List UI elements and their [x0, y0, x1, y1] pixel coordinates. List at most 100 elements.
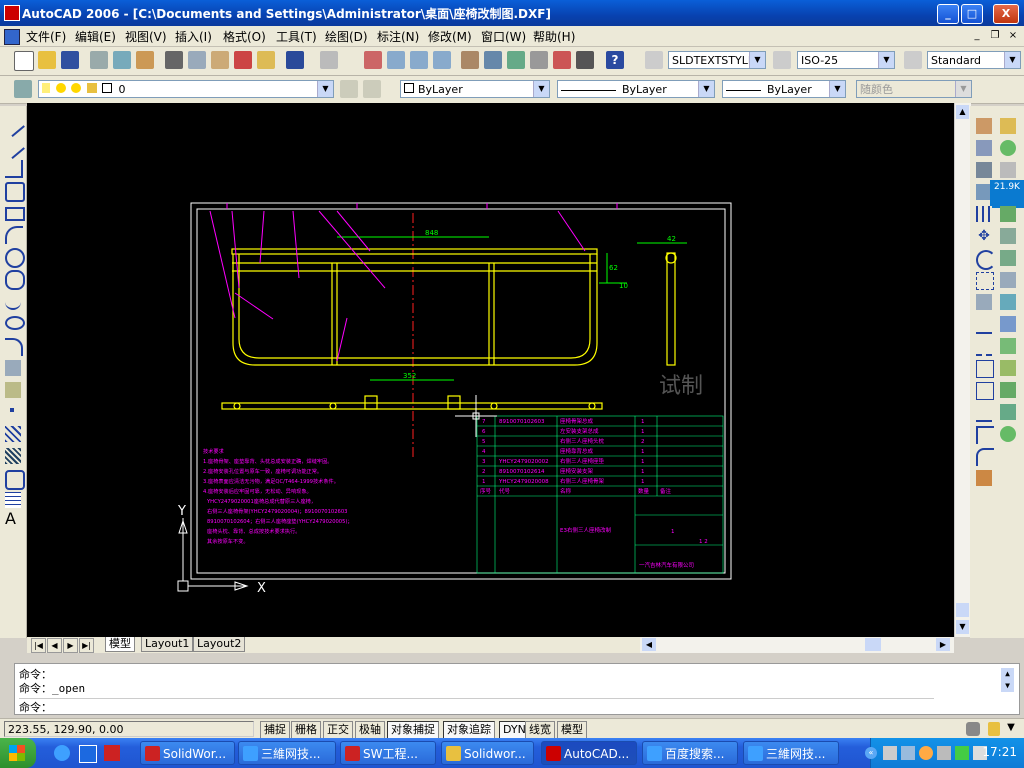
join-icon[interactable]	[976, 404, 992, 422]
color-select[interactable]: ByLayer ▼	[400, 80, 550, 98]
scroll-left-button[interactable]: ◀	[642, 638, 656, 651]
close-button[interactable]: X	[993, 4, 1019, 24]
scroll-up-button[interactable]: ▲	[956, 105, 969, 119]
match-properties-icon[interactable]	[234, 51, 252, 69]
spline-icon[interactable]	[5, 292, 21, 310]
text-style-icon[interactable]	[645, 51, 663, 69]
snap-toggle[interactable]: 捕捉	[260, 721, 290, 739]
ie-icon[interactable]	[54, 745, 70, 761]
dim-style-icon[interactable]	[773, 51, 791, 69]
coordinates-display[interactable]: 223.55, 129.90, 0.00	[4, 721, 254, 737]
menu-modify[interactable]: 修改(M)	[428, 28, 472, 45]
maximize-button[interactable]: □	[961, 4, 983, 24]
polygon-icon[interactable]	[5, 182, 25, 202]
task-web-2[interactable]: 三維网技...	[743, 741, 839, 765]
tab-last-button[interactable]: ▶|	[79, 638, 94, 653]
menu-edit[interactable]: 编辑(E)	[75, 28, 116, 45]
grid-toggle[interactable]: 栅格	[291, 721, 321, 739]
render-preset-icon[interactable]	[1000, 272, 1016, 288]
break-icon[interactable]	[976, 382, 994, 400]
menu-format[interactable]: 格式(O)	[223, 28, 266, 45]
start-button[interactable]	[0, 738, 36, 768]
otrack-toggle[interactable]: 对象追踪	[443, 721, 495, 739]
help-icon[interactable]: ?	[606, 51, 624, 69]
document-icon[interactable]	[4, 29, 20, 45]
arc-icon[interactable]	[5, 226, 23, 244]
block-editor-icon[interactable]	[257, 51, 275, 69]
erase-icon[interactable]	[976, 118, 992, 134]
toolbar-lock-icon[interactable]	[988, 722, 1000, 736]
render-settings-icon[interactable]	[1000, 426, 1016, 442]
construction-line-icon[interactable]	[1, 134, 25, 160]
command-scrollbar[interactable]: ▲ ▼	[1001, 668, 1014, 692]
doc-close-button[interactable]: ×	[1006, 29, 1020, 42]
mapping-icon[interactable]	[1000, 250, 1016, 266]
menu-window[interactable]: 窗口(W)	[481, 28, 526, 45]
tool-palettes-icon[interactable]	[507, 51, 525, 69]
break-at-point-icon[interactable]	[976, 360, 994, 378]
lineweight-toggle[interactable]: 线宽	[525, 721, 555, 739]
antivirus-icon[interactable]	[919, 746, 933, 760]
gradient-icon[interactable]	[5, 448, 21, 464]
scroll-thumb[interactable]	[956, 603, 969, 617]
menu-file[interactable]: 文件(F)	[26, 28, 66, 45]
status-menu-icon[interactable]: ▼	[1005, 721, 1017, 735]
array-icon[interactable]	[976, 206, 992, 222]
open-icon[interactable]	[38, 51, 56, 69]
tab-prev-button[interactable]: ◀	[47, 638, 62, 653]
dim-style-select[interactable]: ISO-25 ▼	[797, 51, 895, 69]
table-icon[interactable]	[5, 492, 21, 508]
rotate-icon[interactable]	[976, 250, 996, 270]
menu-help[interactable]: 帮助(H)	[533, 28, 575, 45]
menu-tools[interactable]: 工具(T)	[276, 28, 317, 45]
menu-draw[interactable]: 绘图(D)	[325, 28, 368, 45]
ellipse-icon[interactable]	[5, 316, 25, 330]
line-icon[interactable]	[1, 112, 25, 138]
lineweight-select[interactable]: ByLayer ▼	[722, 80, 846, 98]
copy-object-icon[interactable]	[976, 140, 992, 156]
tab-layout1[interactable]: Layout1	[141, 637, 194, 652]
tab-model[interactable]: 模型	[105, 637, 135, 652]
model-toggle[interactable]: 模型	[557, 721, 587, 739]
tray-expand-icon[interactable]: «	[865, 747, 877, 759]
zoom-window-icon[interactable]	[410, 51, 428, 69]
print-icon[interactable]	[90, 51, 108, 69]
print-preview-icon[interactable]	[113, 51, 131, 69]
sheet-set-icon[interactable]	[530, 51, 548, 69]
task-folder[interactable]: Solidwor...	[441, 741, 534, 765]
zoom-previous-icon[interactable]	[433, 51, 451, 69]
menu-view[interactable]: 视图(V)	[125, 28, 167, 45]
security-shield-icon[interactable]	[955, 746, 969, 760]
calculator-icon[interactable]	[576, 51, 594, 69]
tab-layout2[interactable]: Layout2	[193, 637, 246, 652]
layer-select[interactable]: 0 ▼	[38, 80, 334, 98]
new-icon[interactable]	[14, 51, 34, 71]
layer-previous-icon[interactable]	[363, 80, 381, 98]
save-icon[interactable]	[61, 51, 79, 69]
dashboard-icon-1[interactable]	[1000, 118, 1016, 134]
lights-icon[interactable]	[1000, 162, 1016, 178]
trim-icon[interactable]	[976, 316, 992, 334]
publish-icon[interactable]	[136, 51, 154, 69]
tab-next-button[interactable]: ▶	[63, 638, 78, 653]
solidworks-quick-icon[interactable]	[104, 745, 120, 761]
browser-icon[interactable]	[79, 745, 97, 763]
layer-manager-icon[interactable]	[14, 80, 32, 98]
design-center-icon[interactable]	[484, 51, 502, 69]
point-icon[interactable]	[10, 408, 14, 412]
region-icon[interactable]	[5, 470, 25, 490]
ortho-toggle[interactable]: 正交	[323, 721, 353, 739]
hatch-icon[interactable]	[5, 426, 21, 442]
table-style-icon[interactable]	[904, 51, 922, 69]
polar-toggle[interactable]: 极轴	[355, 721, 385, 739]
command-window[interactable]: 命令： 命令：_open 命令： ▲ ▼	[14, 663, 1020, 715]
make-object-layer-current-icon[interactable]	[340, 80, 358, 98]
task-sw-project[interactable]: SW工程...	[340, 741, 436, 765]
fog-icon[interactable]	[1000, 360, 1016, 376]
minimize-button[interactable]: _	[937, 4, 959, 24]
render-window-icon[interactable]	[1000, 382, 1016, 398]
fillet-icon[interactable]	[976, 448, 994, 466]
move-icon[interactable]: ✥	[976, 228, 992, 244]
mirror-icon[interactable]	[976, 162, 992, 178]
properties-icon[interactable]	[461, 51, 479, 69]
